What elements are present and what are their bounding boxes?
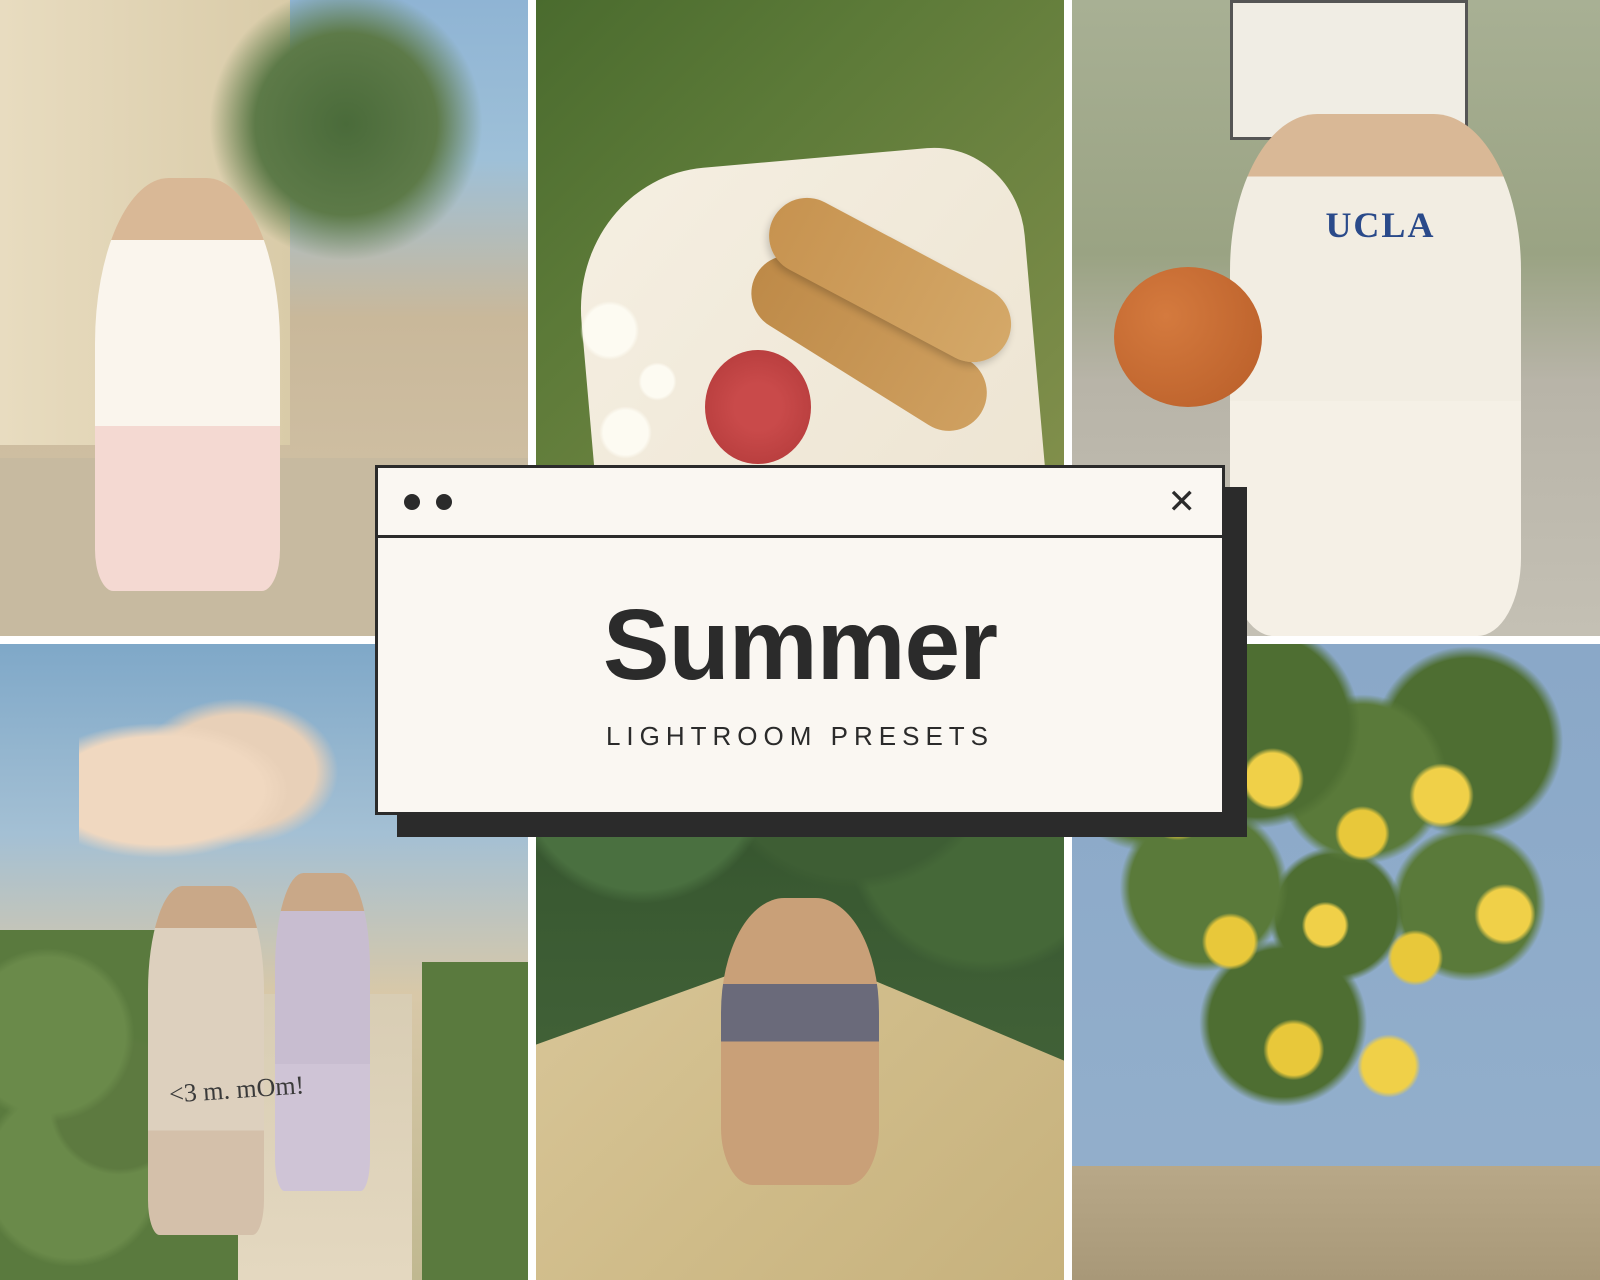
window-controls-dots bbox=[404, 494, 452, 510]
title-card-window: ✕ Summer LIGHTROOM PRESETS bbox=[375, 465, 1225, 815]
product-subtitle: LIGHTROOM PRESETS bbox=[418, 721, 1182, 752]
title-card-titlebar: ✕ bbox=[378, 468, 1222, 538]
product-title: Summer bbox=[418, 588, 1182, 703]
window-dot-icon bbox=[436, 494, 452, 510]
title-card: ✕ Summer LIGHTROOM PRESETS bbox=[375, 465, 1225, 815]
close-icon[interactable]: ✕ bbox=[1168, 485, 1197, 519]
window-dot-icon bbox=[404, 494, 420, 510]
ucla-logo-text: UCLA bbox=[1325, 204, 1435, 246]
